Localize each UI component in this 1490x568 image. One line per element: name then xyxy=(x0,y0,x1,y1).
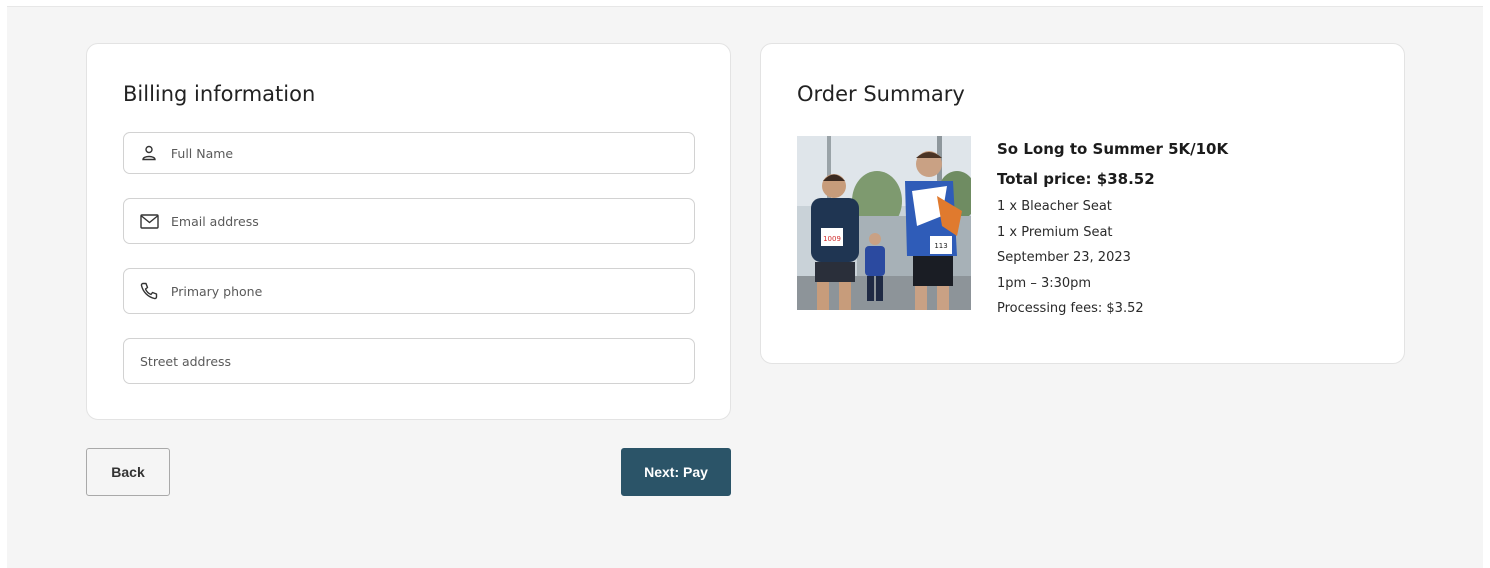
processing-fees: Processing fees: $3.52 xyxy=(997,301,1144,316)
next-pay-button[interactable]: Next: Pay xyxy=(621,448,731,496)
total-price: Total price: $38.52 xyxy=(997,170,1155,188)
street-address-input[interactable] xyxy=(140,353,694,369)
order-details: So Long to Summer 5K/10K Total price: $3… xyxy=(997,140,1228,326)
street-address-field[interactable] xyxy=(123,338,695,384)
billing-card: Billing information xyxy=(86,43,731,420)
event-time: 1pm – 3:30pm xyxy=(997,275,1092,291)
user-icon xyxy=(140,143,159,163)
event-date: September 23, 2023 xyxy=(997,250,1131,265)
bib-number: 1009 xyxy=(823,235,841,243)
full-name-field[interactable] xyxy=(123,132,695,174)
phone-input[interactable] xyxy=(170,283,694,299)
checkout-page: Billing information Full Name Email addr… xyxy=(7,6,1483,568)
phone-icon xyxy=(140,281,159,301)
email-field[interactable] xyxy=(123,198,695,244)
line-item: 1 x Bleacher Seat xyxy=(997,199,1112,214)
back-button[interactable]: Back xyxy=(86,448,170,496)
order-summary-card: Order Summary 1009 113 So Long to Summer… xyxy=(760,43,1405,364)
line-item: 1 x Premium Seat xyxy=(997,224,1113,240)
event-photo: 1009 113 xyxy=(797,136,971,310)
order-summary-title: Order Summary xyxy=(797,82,965,106)
full-name-input[interactable] xyxy=(170,145,694,161)
billing-title: Billing information xyxy=(123,82,316,106)
event-name: So Long to Summer 5K/10K xyxy=(997,140,1229,158)
phone-field[interactable] xyxy=(123,268,695,314)
bib-number: 113 xyxy=(934,242,947,250)
mail-icon xyxy=(140,211,159,231)
email-input[interactable] xyxy=(171,213,694,229)
